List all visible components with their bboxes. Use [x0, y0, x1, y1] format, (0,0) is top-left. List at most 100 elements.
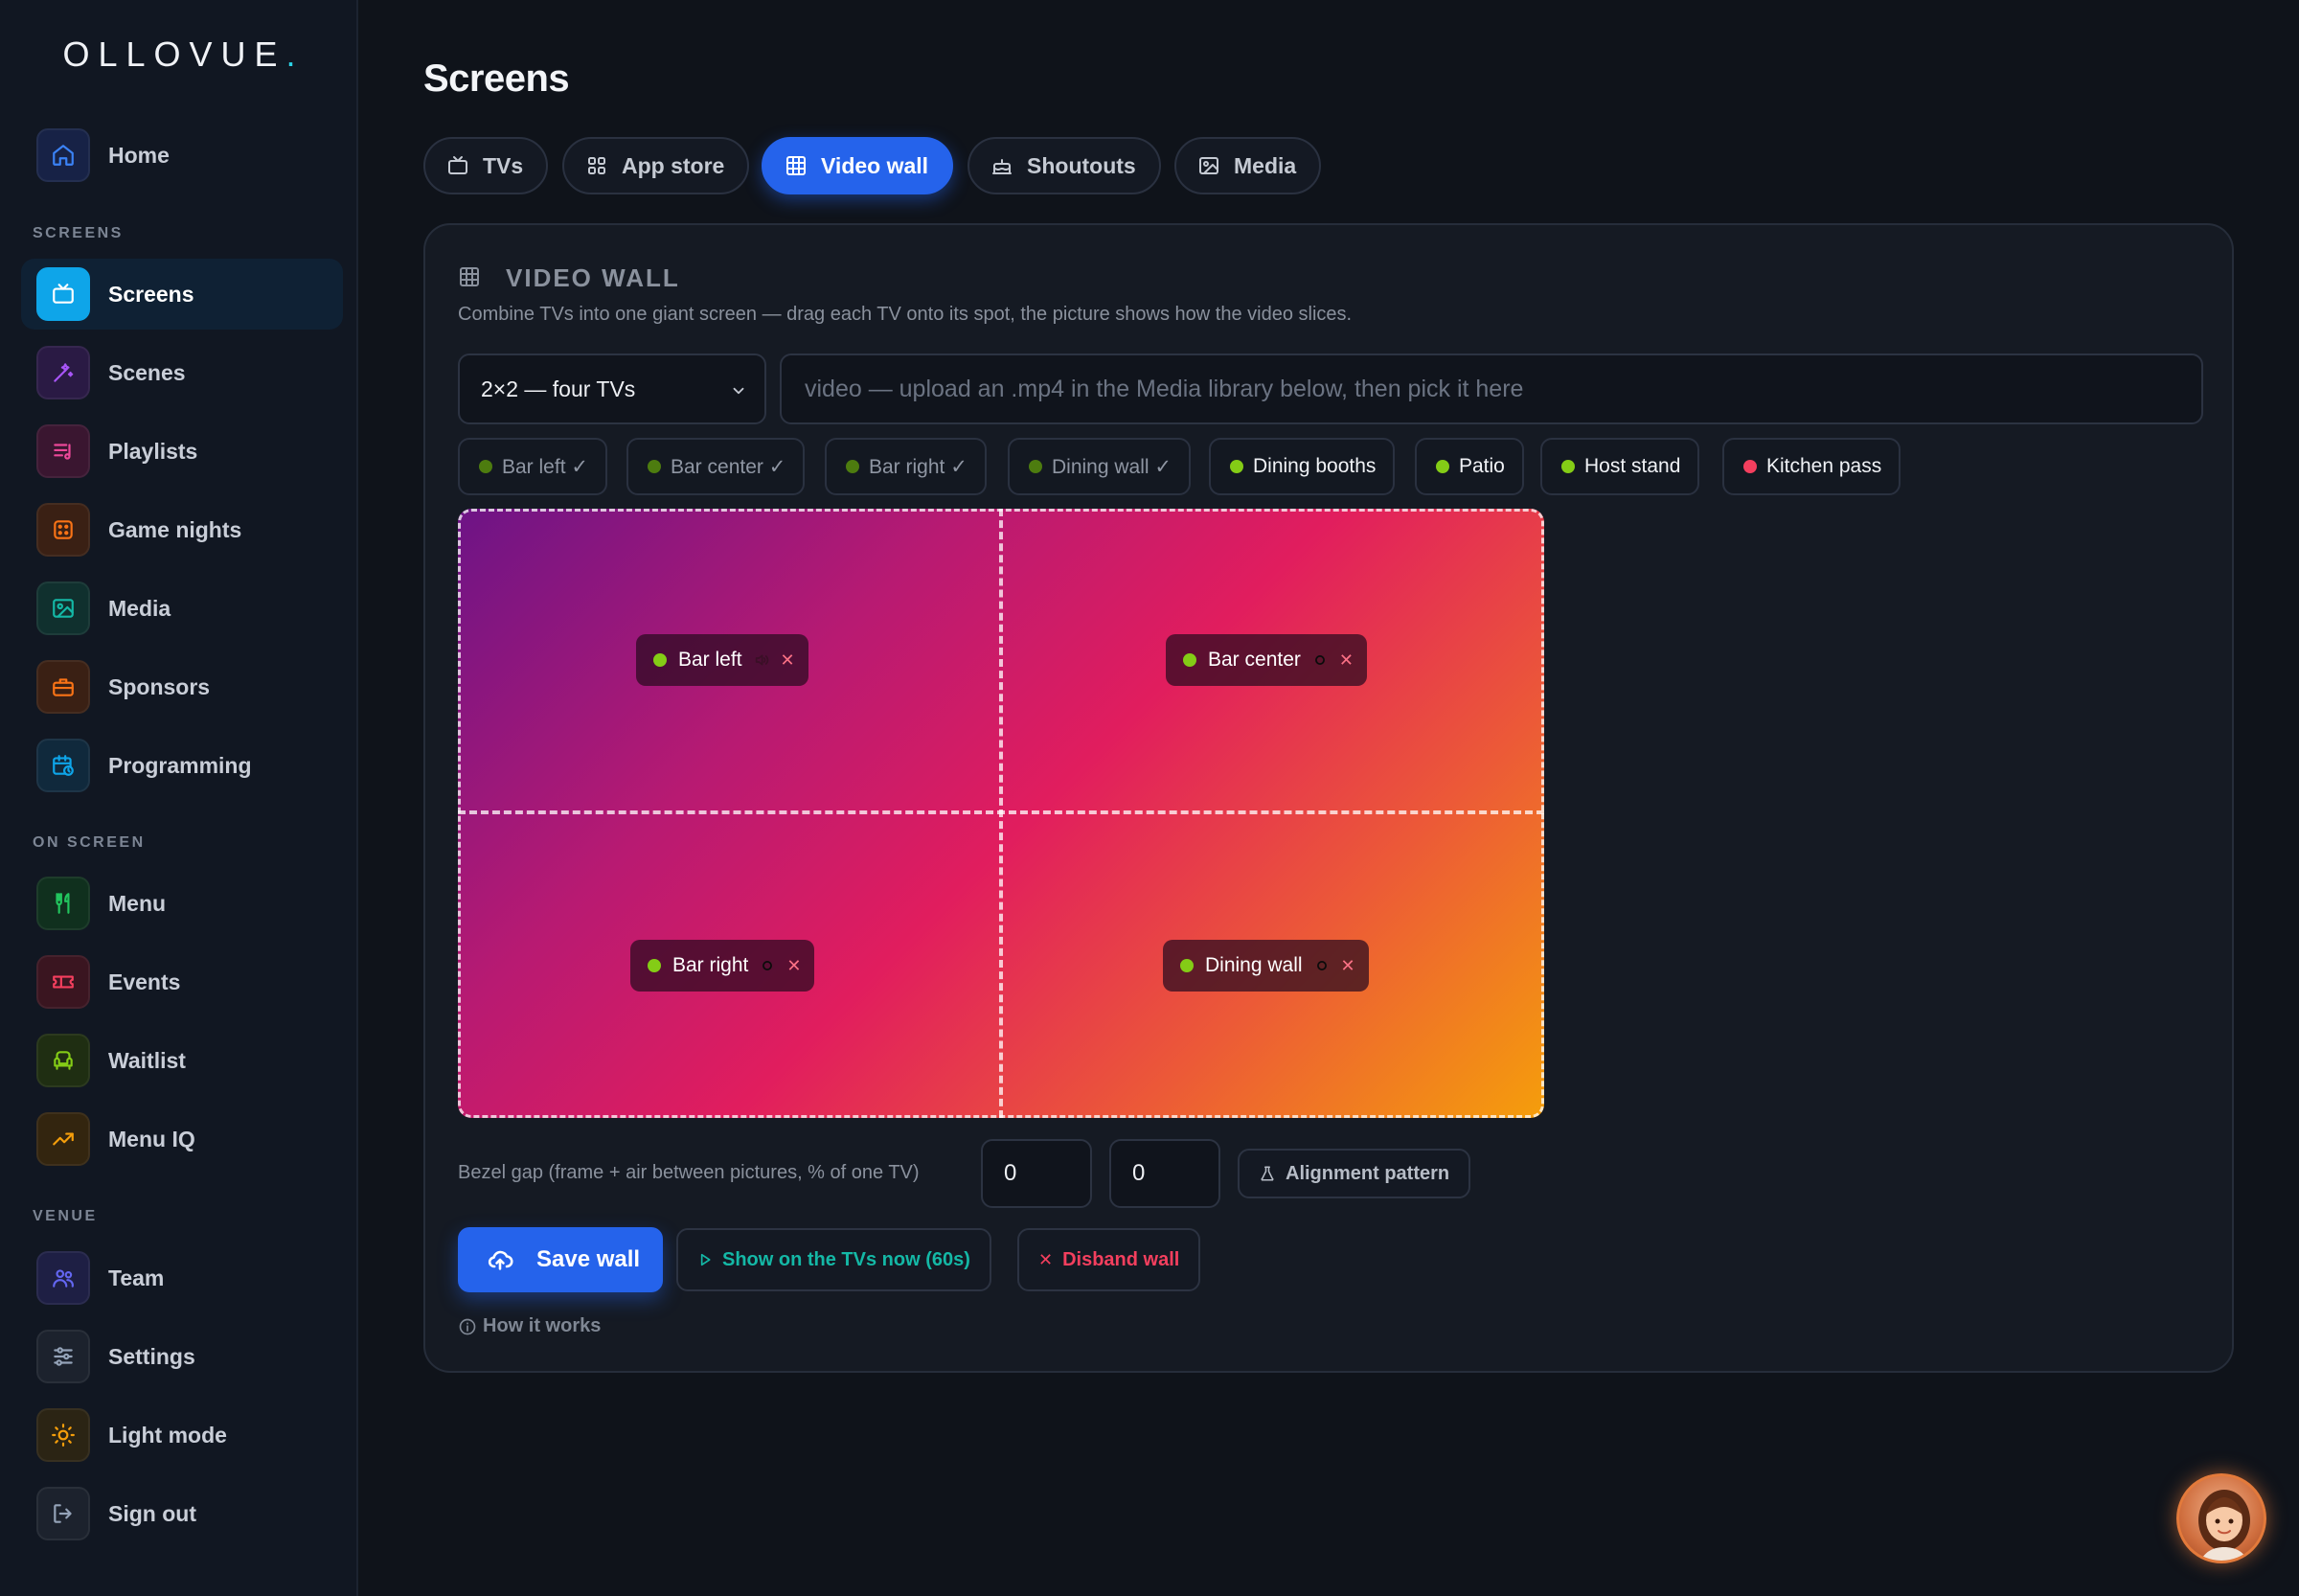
dice-icon	[36, 503, 90, 557]
users-icon	[36, 1251, 90, 1305]
tv-chip-dining-wall[interactable]: Dining wall ✓	[1008, 438, 1191, 495]
logout-icon	[36, 1487, 90, 1540]
sidebar-item-label: Settings	[108, 1344, 195, 1369]
bezel-gap-label: Bezel gap (frame + air between pictures,…	[458, 1162, 920, 1183]
sidebar-item-scenes[interactable]: Scenes	[21, 337, 343, 408]
sidebar-item-label: Events	[108, 969, 181, 994]
home-icon	[36, 128, 90, 182]
remove-icon[interactable]: ✕	[786, 956, 801, 976]
tab-app-store[interactable]: App store	[562, 137, 750, 194]
sidebar-item-label: Game nights	[108, 517, 242, 542]
sidebar-item-settings[interactable]: Settings	[21, 1321, 343, 1392]
tab-tvs[interactable]: TVs	[423, 137, 549, 194]
trending-up-icon	[36, 1112, 90, 1166]
tv-chip-bar-right[interactable]: Bar right ✓	[825, 438, 987, 495]
panel-description: Combine TVs into one giant screen — drag…	[458, 304, 1353, 325]
wall-cell-dining-wall[interactable]: Dining wall ✕	[1163, 940, 1369, 992]
user-avatar[interactable]	[2176, 1473, 2266, 1563]
armchair-icon	[36, 1034, 90, 1087]
save-wall-button[interactable]: Save wall	[458, 1227, 663, 1292]
panel-title: VIDEO WALL	[506, 263, 680, 292]
sidebar-item-label: Menu	[108, 891, 167, 916]
sidebar-item-label: Media	[108, 596, 171, 621]
brand-logo[interactable]: OLLOVUE.	[0, 34, 358, 75]
sidebar-item-label: Team	[108, 1265, 165, 1290]
remove-icon[interactable]: ✕	[781, 650, 795, 671]
bezel-gap-x-input[interactable]	[981, 1139, 1092, 1208]
tv-chip-bar-left[interactable]: Bar left ✓	[458, 438, 607, 495]
sidebar-item-sign-out[interactable]: Sign out	[21, 1478, 343, 1549]
audio-toggle-icon[interactable]	[1312, 652, 1328, 668]
nav-section-venue: VENUE	[33, 1208, 98, 1224]
sun-icon	[36, 1408, 90, 1462]
grid-icon	[588, 157, 605, 174]
wall-cell-bar-left[interactable]: Bar left ✕	[636, 634, 808, 686]
ticket-icon	[36, 955, 90, 1009]
tv-chip-host-stand[interactable]: Host stand	[1540, 438, 1700, 495]
playlist-icon	[36, 424, 90, 478]
sidebar-item-home[interactable]: Home	[21, 120, 343, 191]
audio-toggle-icon[interactable]	[1314, 958, 1330, 973]
wall-outline	[458, 509, 1544, 1118]
remove-icon[interactable]: ✕	[1339, 650, 1354, 671]
status-dot	[479, 460, 492, 473]
alignment-pattern-button[interactable]: Alignment pattern	[1238, 1149, 1471, 1198]
video-wall-preview[interactable]: Bar left ✕ Bar center ✕ Bar right ✕ Dini…	[458, 509, 1544, 1118]
sidebar-item-screens[interactable]: Screens	[21, 259, 343, 330]
sidebar-item-media[interactable]: Media	[21, 573, 343, 644]
sidebar-item-sponsors[interactable]: Sponsors	[21, 651, 343, 722]
wall-cell-bar-center[interactable]: Bar center ✕	[1166, 634, 1367, 686]
cloud-upload-icon	[488, 1250, 513, 1270]
sliders-icon	[36, 1330, 90, 1383]
layout-select[interactable]: 2×2 — four TVs	[458, 353, 766, 424]
how-it-works-link[interactable]: How it works	[458, 1315, 601, 1337]
info-icon	[459, 1318, 476, 1334]
sidebar-item-team[interactable]: Team	[21, 1243, 343, 1313]
sidebar-item-waitlist[interactable]: Waitlist	[21, 1025, 343, 1096]
sidebar-item-label: Light mode	[108, 1423, 227, 1448]
sidebar-item-label: Screens	[108, 282, 194, 307]
tab-video-wall[interactable]: Video wall	[762, 137, 954, 194]
sidebar-item-events[interactable]: Events	[21, 946, 343, 1017]
status-dot	[1743, 460, 1757, 473]
video-wall-panel: VIDEO WALL Combine TVs into one giant sc…	[423, 223, 2234, 1373]
sidebar-item-label: Sponsors	[108, 674, 211, 699]
status-dot	[846, 460, 859, 473]
video-wall-icon	[460, 267, 479, 286]
remove-icon[interactable]: ✕	[1341, 956, 1355, 976]
sidebar-item-label: Menu IQ	[108, 1127, 195, 1151]
tv-chip-dining-booths[interactable]: Dining booths	[1209, 438, 1396, 495]
nav-section-on-screen: ON SCREEN	[33, 834, 146, 851]
page-title: Screens	[423, 57, 570, 100]
disband-wall-button[interactable]: ✕ Disband wall	[1017, 1228, 1201, 1291]
sidebar-item-game-nights[interactable]: Game nights	[21, 494, 343, 565]
tab-media[interactable]: Media	[1174, 137, 1322, 194]
image-icon	[1199, 157, 1218, 174]
status-dot	[648, 959, 661, 972]
sidebar-item-menu[interactable]: Menu	[21, 868, 343, 939]
chevron-down-icon	[733, 387, 744, 395]
tab-shoutouts[interactable]: Shoutouts	[967, 137, 1161, 194]
tv-chip-patio[interactable]: Patio	[1415, 438, 1524, 495]
video-wall-icon	[786, 156, 806, 175]
wall-cell-bar-right[interactable]: Bar right ✕	[630, 940, 815, 992]
sidebar-item-menu-iq[interactable]: Menu IQ	[21, 1104, 343, 1174]
sidebar-item-light-mode[interactable]: Light mode	[21, 1400, 343, 1471]
magic-wand-icon	[36, 346, 90, 399]
tv-chip-bar-center[interactable]: Bar center ✓	[626, 438, 806, 495]
status-dot	[1180, 959, 1194, 972]
sidebar-item-label: Sign out	[108, 1501, 196, 1526]
status-dot	[648, 460, 661, 473]
tv-chip-kitchen-pass[interactable]: Kitchen pass	[1722, 438, 1901, 495]
video-input[interactable]	[780, 353, 2203, 424]
audio-toggle-icon[interactable]	[760, 958, 775, 973]
status-dot	[1436, 460, 1449, 473]
sidebar-item-label: Playlists	[108, 439, 198, 464]
sidebar-item-playlists[interactable]: Playlists	[21, 416, 343, 487]
bezel-gap-y-input[interactable]	[1109, 1139, 1220, 1208]
show-on-tvs-button[interactable]: Show on the TVs now (60s)	[676, 1228, 991, 1291]
sidebar-item-programming[interactable]: Programming	[21, 730, 343, 801]
flask-icon	[1261, 1166, 1274, 1181]
cake-icon	[992, 159, 1012, 174]
speaker-icon[interactable]	[754, 652, 769, 668]
